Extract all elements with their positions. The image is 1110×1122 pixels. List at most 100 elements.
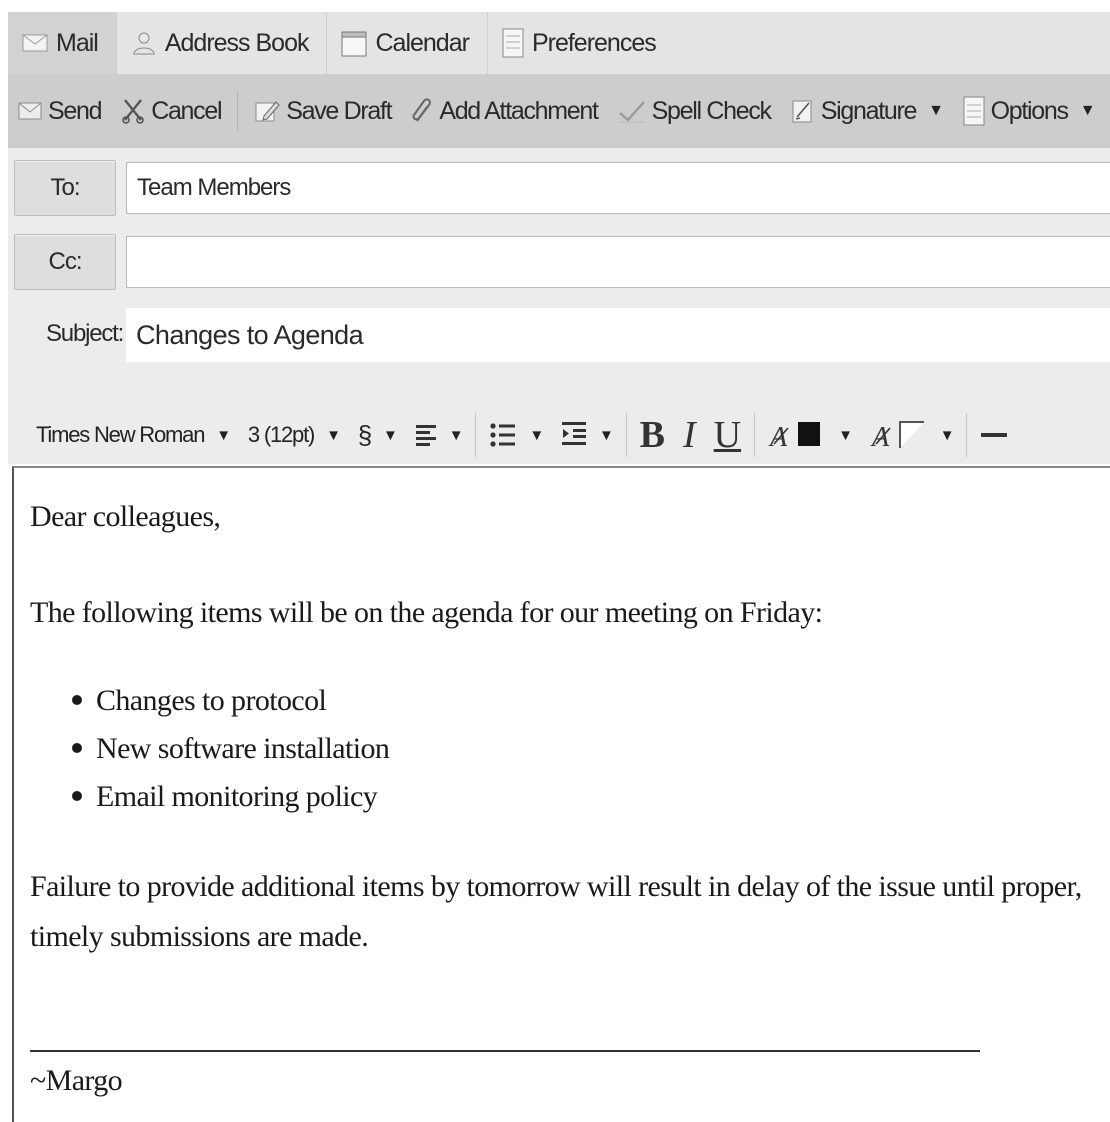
italic-icon: I <box>683 414 696 456</box>
mail-icon <box>22 33 48 53</box>
pencil-note-icon <box>254 98 280 124</box>
toolbar-divider <box>754 413 756 457</box>
add-attachment-label: Add Attachment <box>439 96 599 125</box>
toolbar-divider <box>237 91 239 131</box>
paperclip-icon <box>411 97 433 125</box>
tab-address-book-label: Address Book <box>164 28 310 57</box>
send-button[interactable]: Send <box>8 74 111 148</box>
toolbar-divider <box>966 413 968 457</box>
chevron-down-icon: ▼ <box>599 426 614 444</box>
closing-text-line-1: Failure to provide additional items by t… <box>30 870 1082 903</box>
calendar-icon <box>341 29 367 57</box>
horizontal-rule-icon <box>980 430 1008 440</box>
list-item: New software installation <box>72 732 390 766</box>
to-button[interactable]: To: <box>14 160 116 216</box>
tab-preferences[interactable]: Preferences <box>488 12 674 74</box>
font-size-select[interactable]: 3 (12pt) ▼ <box>239 422 349 448</box>
font-family-select[interactable]: Times New Roman ▼ <box>16 422 239 448</box>
bulleted-list-icon <box>489 422 517 448</box>
chevron-down-icon: ▼ <box>326 426 341 444</box>
tab-address-book[interactable]: Address Book <box>117 12 328 74</box>
signature-text: ~Margo <box>30 1064 123 1097</box>
cc-field[interactable] <box>126 236 1110 288</box>
greeting-text: Dear colleagues, <box>30 500 221 533</box>
align-left-icon <box>415 423 437 447</box>
formatting-toolbar: Times New Roman ▼ 3 (12pt) ▼ § ▼ ▼ ▼ ▼ B… <box>16 406 1110 464</box>
svg-text:A: A <box>870 422 890 452</box>
to-field-value: Team Members <box>137 174 291 201</box>
add-attachment-button[interactable]: Add Attachment <box>401 74 607 148</box>
toolbar-divider <box>475 413 477 457</box>
save-draft-button[interactable]: Save Draft <box>244 74 401 148</box>
horizontal-rule-button[interactable] <box>971 430 1017 440</box>
list-item-text: Email monitoring policy <box>96 780 378 813</box>
bullet-icon <box>72 695 82 706</box>
options-dropdown[interactable]: Options ▼ <box>953 74 1105 148</box>
paragraph-icon: § <box>357 419 372 450</box>
cancel-label: Cancel <box>151 96 222 125</box>
options-label: Options <box>990 96 1069 125</box>
chevron-down-icon: ▼ <box>448 426 464 444</box>
tab-calendar-label: Calendar <box>375 28 469 57</box>
highlight-color-icon: A <box>870 418 928 452</box>
text-color-select[interactable]: A ▼ <box>759 418 861 452</box>
closing-text-line-2: timely submissions are made. <box>30 920 369 953</box>
subject-field-value: Changes to Agenda <box>136 319 364 350</box>
chevron-down-icon: ▼ <box>1079 102 1096 119</box>
list-item: Email monitoring policy <box>72 780 378 814</box>
document-icon <box>502 28 524 58</box>
bold-button[interactable]: B <box>631 413 674 457</box>
message-body-editor[interactable]: Dear colleagues, The following items wil… <box>12 466 1110 1122</box>
cc-button-label: Cc: <box>48 248 83 275</box>
intro-text: The following items will be on the agend… <box>30 596 823 629</box>
chevron-down-icon: ▼ <box>383 426 398 444</box>
text-color-icon: A <box>768 418 826 452</box>
subject-label: Subject: <box>46 320 124 347</box>
signature-icon <box>791 98 815 124</box>
highlight-color-select[interactable]: A ▼ <box>861 418 963 452</box>
underline-icon: U <box>713 414 742 456</box>
subject-field[interactable]: Changes to Agenda <box>126 308 1110 362</box>
font-size-value: 3 (12pt) <box>247 422 315 447</box>
chevron-down-icon: ▼ <box>838 426 853 444</box>
spell-check-button[interactable]: Spell Check <box>608 74 781 148</box>
email-compose-window: Mail Address Book Calendar Preferences S… <box>0 0 1110 1122</box>
chevron-down-icon: ▼ <box>216 426 231 444</box>
italic-button[interactable]: I <box>674 413 705 457</box>
font-family-value: Times New Roman <box>36 422 205 447</box>
tab-calendar[interactable]: Calendar <box>327 12 488 74</box>
chevron-down-icon: ▼ <box>529 426 544 444</box>
signature-dropdown[interactable]: Signature ▼ <box>781 74 953 148</box>
indent-icon <box>561 421 587 449</box>
paragraph-style-select[interactable]: § ▼ <box>349 420 406 451</box>
signature-label: Signature <box>820 96 918 125</box>
app-tab-bar: Mail Address Book Calendar Preferences <box>8 12 1110 74</box>
send-label: Send <box>48 96 102 125</box>
save-draft-label: Save Draft <box>286 96 392 125</box>
bullet-icon <box>72 743 82 754</box>
spell-check-label: Spell Check <box>651 96 772 125</box>
document-icon <box>963 96 985 126</box>
alignment-select[interactable]: ▼ <box>406 423 472 447</box>
list-item: Changes to protocol <box>72 684 327 718</box>
chevron-down-icon: ▼ <box>928 102 944 119</box>
scissors-icon <box>121 98 145 124</box>
compose-toolbar: Send Cancel Save Draft Add Attachment Sp… <box>8 74 1110 148</box>
tab-mail[interactable]: Mail <box>8 12 117 74</box>
to-button-label: To: <box>50 174 80 201</box>
to-field[interactable]: Team Members <box>126 162 1110 214</box>
list-item-text: New software installation <box>96 732 390 765</box>
envelope-icon <box>18 101 42 121</box>
list-style-select[interactable]: ▼ <box>480 422 552 448</box>
checkmark-icon <box>618 99 646 123</box>
svg-text:A: A <box>768 422 788 452</box>
toolbar-divider <box>625 413 627 457</box>
signature-divider <box>30 1050 980 1052</box>
chevron-down-icon: ▼ <box>939 426 955 444</box>
underline-button[interactable]: U <box>705 413 750 457</box>
cancel-button[interactable]: Cancel <box>111 74 231 148</box>
indent-select[interactable]: ▼ <box>552 421 622 449</box>
cc-button[interactable]: Cc: <box>14 234 116 290</box>
person-icon <box>131 30 157 56</box>
tab-mail-label: Mail <box>56 28 99 57</box>
